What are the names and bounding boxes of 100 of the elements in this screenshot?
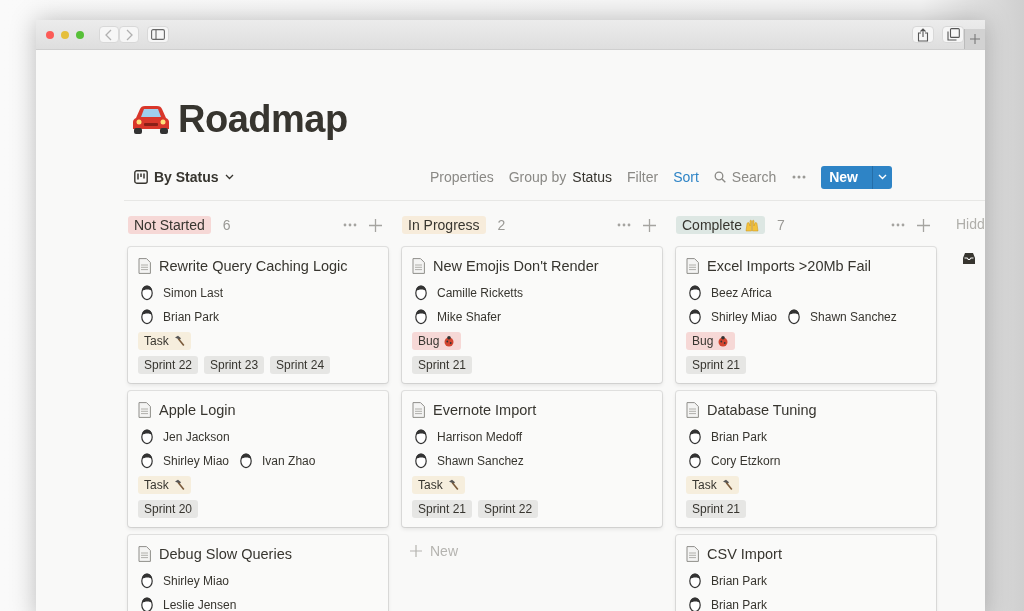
page-icon xyxy=(138,402,151,418)
avatar-icon xyxy=(688,597,702,611)
page-icon xyxy=(686,546,699,562)
new-button[interactable]: New xyxy=(821,165,872,189)
person-name: Shirley Miao xyxy=(163,454,230,468)
ladybug-icon xyxy=(717,335,730,347)
board-card[interactable]: Excel Imports >20Mb Fail Beez Africa Shirley Miao Shawn Sanchez Bug Sprint 21 xyxy=(676,247,936,383)
person-name: Brian Park xyxy=(711,574,768,588)
sprint-tag: Sprint 21 xyxy=(686,500,747,518)
board-card[interactable]: New Emojis Don't Render Camille Ricketts Mike Shafer Bug Sprint 21 xyxy=(402,247,662,383)
card-count: 7 xyxy=(776,217,785,233)
card-count: 2 xyxy=(497,217,506,233)
card-title: CSV Import xyxy=(707,546,782,562)
avatar-icon xyxy=(140,429,154,445)
person-name: Harrison Medoff xyxy=(437,430,523,444)
sort-button[interactable]: Sort xyxy=(673,169,699,185)
person-name: Camille Ricketts xyxy=(437,286,523,300)
sprint-tag: Sprint 20 xyxy=(138,500,199,518)
page-icon xyxy=(686,258,699,274)
plus-icon xyxy=(410,545,422,557)
back-icon[interactable] xyxy=(99,26,119,43)
new-dropdown-button[interactable] xyxy=(872,165,892,189)
person-name: Leslie Jensen xyxy=(163,598,237,611)
minimize-icon[interactable] xyxy=(61,30,69,39)
avatar-icon xyxy=(688,453,702,469)
avatar-icon xyxy=(688,285,702,301)
person-name: Shirley Miao xyxy=(163,574,230,588)
add-icon[interactable] xyxy=(369,218,382,232)
card-title: Debug Slow Queries xyxy=(159,546,292,562)
car-icon xyxy=(132,104,170,134)
close-icon[interactable] xyxy=(46,30,54,39)
person-name: Simon Last xyxy=(163,286,224,300)
person-name: Beez Africa xyxy=(711,286,772,300)
board-card[interactable]: CSV Import Brian Park Brian Park xyxy=(676,535,936,611)
status-label: Complete xyxy=(676,216,765,234)
card-title: Apple Login xyxy=(159,402,236,418)
maximize-icon[interactable] xyxy=(76,30,84,39)
share-icon[interactable] xyxy=(912,26,934,43)
type-tag: Task xyxy=(412,476,465,494)
type-tag: Task xyxy=(686,476,739,494)
avatar-icon xyxy=(787,309,802,325)
board-card[interactable]: Debug Slow Queries Shirley Miao Leslie Jensen xyxy=(128,535,388,611)
page-icon xyxy=(138,258,151,274)
person-name: Shirley Miao xyxy=(711,310,778,324)
hidden-column-label: Hidd xyxy=(956,215,985,232)
more-icon[interactable] xyxy=(343,223,357,227)
avatar-icon xyxy=(414,285,428,301)
inbox-icon[interactable] xyxy=(962,252,976,265)
avatar-icon xyxy=(140,573,154,589)
chevron-down-icon xyxy=(878,174,887,180)
board-card[interactable]: Apple Login Jen Jackson Shirley Miao Ivan Zhao Task Sprint 20 xyxy=(128,391,388,527)
search-icon xyxy=(713,171,726,183)
hammer-icon xyxy=(720,479,733,491)
person-name: Brian Park xyxy=(163,310,220,324)
avatar-icon xyxy=(414,309,428,325)
board-card[interactable]: Rewrite Query Caching Logic Simon Last Brian Park Task Sprint 22 Sprint 23 Sprint 24 xyxy=(128,247,388,383)
group-by-button[interactable]: Group by Status xyxy=(508,169,613,185)
more-icon[interactable] xyxy=(617,223,631,227)
avatar-icon xyxy=(140,309,154,325)
avatar-icon xyxy=(140,597,154,611)
hammer-icon xyxy=(446,479,459,491)
avatar-icon xyxy=(414,453,428,469)
person-name: Shawn Sanchez xyxy=(810,310,897,324)
chevron-down-icon xyxy=(224,174,234,180)
card-title: Rewrite Query Caching Logic xyxy=(159,258,348,274)
page-icon xyxy=(686,402,699,418)
avatar-icon xyxy=(140,285,154,301)
person-name: Ivan Zhao xyxy=(262,454,316,468)
type-tag: Bug xyxy=(686,332,736,350)
tabs-icon[interactable] xyxy=(942,26,964,43)
board-card[interactable]: Evernote Import Harrison Medoff Shawn Sanchez Task Sprint 21 Sprint 22 xyxy=(402,391,662,527)
card-title: Database Tuning xyxy=(707,402,817,418)
sprint-tag: Sprint 21 xyxy=(412,500,473,518)
sprint-tag: Sprint 22 xyxy=(138,356,199,374)
page-icon xyxy=(412,402,425,418)
add-icon[interactable] xyxy=(643,218,656,232)
forward-icon[interactable] xyxy=(119,26,139,43)
raised-hands-icon xyxy=(744,218,759,232)
sidebar-icon[interactable] xyxy=(147,26,169,43)
board-card[interactable]: Database Tuning Brian Park Cory Etzkorn Task Sprint 21 xyxy=(676,391,936,527)
sprint-tag: Sprint 24 xyxy=(270,356,331,374)
avatar-icon xyxy=(688,573,702,589)
type-tag: Task xyxy=(138,476,191,494)
person-name: Brian Park xyxy=(711,430,768,444)
person-name: Brian Park xyxy=(711,598,768,611)
ladybug-icon xyxy=(443,335,456,347)
person-name: Jen Jackson xyxy=(163,430,230,444)
avatar-icon xyxy=(140,453,154,469)
card-title: Excel Imports >20Mb Fail xyxy=(707,258,871,274)
person-name: Mike Shafer xyxy=(437,310,502,324)
view-selector[interactable]: By Status xyxy=(134,169,234,185)
more-icon[interactable] xyxy=(891,223,905,227)
sprint-tag: Sprint 23 xyxy=(204,356,265,374)
avatar-icon xyxy=(688,309,702,325)
more-icon[interactable] xyxy=(792,175,807,179)
person-name: Shawn Sanchez xyxy=(437,454,524,468)
avatar-icon xyxy=(414,429,428,445)
card-count: 6 xyxy=(222,217,231,233)
sprint-tag: Sprint 21 xyxy=(686,356,747,374)
add-icon[interactable] xyxy=(917,218,930,232)
